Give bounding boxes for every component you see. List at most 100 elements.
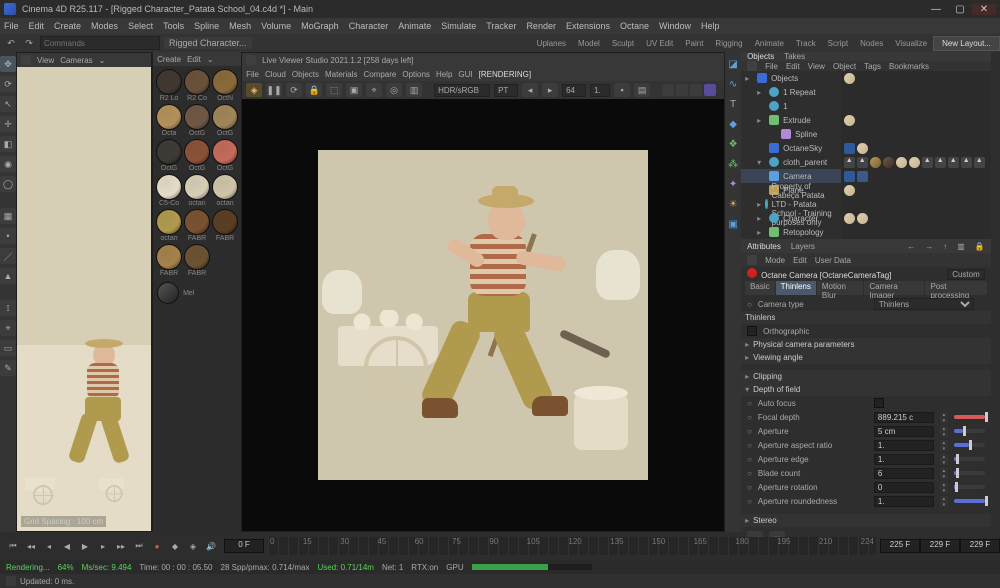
- snap-icon[interactable]: ⌖: [0, 320, 16, 336]
- material-swatch[interactable]: [156, 69, 182, 95]
- menu-edit[interactable]: Edit: [29, 21, 45, 31]
- param-slider[interactable]: [954, 471, 985, 475]
- move-tool-icon[interactable]: ✥: [0, 56, 16, 72]
- lv-channel-icon[interactable]: ▥: [406, 83, 422, 97]
- frame-fwd-icon[interactable]: ▸: [96, 539, 110, 553]
- attr-tab-layers[interactable]: Layers: [791, 242, 815, 251]
- ws-tab-8[interactable]: Script: [822, 37, 854, 50]
- redo-icon[interactable]: ↷: [22, 36, 36, 50]
- object-row[interactable]: Spline: [741, 127, 841, 141]
- autokey-icon[interactable]: ◈: [186, 539, 200, 553]
- play-fwd-icon[interactable]: ▶: [78, 539, 92, 553]
- param-slider[interactable]: [954, 485, 985, 489]
- text-tool-icon[interactable]: T: [725, 96, 741, 112]
- menu-character[interactable]: Character: [349, 21, 389, 31]
- undo-icon[interactable]: ↶: [4, 36, 18, 50]
- object-row[interactable]: ▾cloth_parent: [741, 155, 841, 169]
- param-spinner[interactable]: ▴▾: [940, 482, 948, 493]
- param-value[interactable]: 1.: [874, 440, 934, 451]
- lasso-icon[interactable]: ◯: [0, 176, 16, 192]
- attr-tab-thinlens[interactable]: Thinlens: [776, 281, 816, 295]
- attr-menu-mode[interactable]: Mode: [765, 256, 785, 265]
- menu-animate[interactable]: Animate: [398, 21, 431, 31]
- menu-tools[interactable]: Tools: [163, 21, 184, 31]
- material-swatch[interactable]: [184, 69, 210, 95]
- param-value[interactable]: 0: [874, 482, 934, 493]
- camera-icon[interactable]: ▣: [725, 216, 741, 232]
- lv-menu-materials[interactable]: Materials: [325, 70, 357, 79]
- attr-tab-motionblur[interactable]: Motion Blur: [817, 281, 863, 295]
- lv-menu-help[interactable]: Help: [436, 70, 452, 79]
- attr-tab-attributes[interactable]: Attributes: [747, 242, 781, 251]
- material-swatch[interactable]: [156, 244, 182, 270]
- param-value[interactable]: 1.: [874, 496, 934, 507]
- attr-tab-cameraimager[interactable]: Camera Imager: [864, 281, 924, 295]
- lv-menu-file[interactable]: File: [246, 70, 259, 79]
- viewport-menu-more[interactable]: ⌄: [99, 56, 106, 65]
- obj-menu-tags[interactable]: Tags: [864, 62, 881, 71]
- param-spinner[interactable]: ▴▾: [940, 468, 948, 479]
- orthographic-checkbox[interactable]: [747, 326, 757, 336]
- material-swatch[interactable]: [212, 174, 238, 200]
- doc-tab[interactable]: Rigged Character...: [164, 37, 252, 49]
- lv-pause-icon[interactable]: ❚❚: [266, 83, 282, 97]
- goto-start-icon[interactable]: ⏮: [6, 539, 20, 553]
- timeline-start[interactable]: 0 F: [224, 539, 264, 553]
- viewport-view[interactable]: Perspective Live Selection: [17, 67, 151, 531]
- point-mode-icon[interactable]: •: [0, 228, 16, 244]
- poly-mode-icon[interactable]: ▲: [0, 268, 16, 284]
- attr-preset-dropdown[interactable]: Custom: [947, 269, 985, 280]
- material-swatch[interactable]: [184, 139, 210, 165]
- lv-focus-icon[interactable]: ◎: [386, 83, 402, 97]
- lv-settings-icon[interactable]: ▤: [634, 83, 650, 97]
- frame-back-icon[interactable]: ◂: [42, 539, 56, 553]
- lv-clip-icon[interactable]: ⬚: [326, 83, 342, 97]
- menu-spline[interactable]: Spline: [194, 21, 219, 31]
- menu-file[interactable]: File: [4, 21, 19, 31]
- object-tags-column[interactable]: ▲▲▲▲▲▲▲: [841, 71, 991, 239]
- lv-prev-icon[interactable]: ◂: [522, 83, 538, 97]
- material-swatch[interactable]: [157, 282, 179, 304]
- ws-tab-9[interactable]: Nodes: [854, 37, 889, 50]
- param-slider[interactable]: [954, 457, 985, 461]
- viewport-menu-cameras[interactable]: Cameras: [60, 56, 92, 65]
- light-icon[interactable]: ☀: [725, 196, 741, 212]
- menu-create[interactable]: Create: [54, 21, 81, 31]
- param-slider[interactable]: [954, 429, 985, 433]
- generator-icon[interactable]: ◆: [725, 116, 741, 132]
- command-search-input[interactable]: [40, 36, 160, 50]
- param-value[interactable]: 1.: [874, 454, 934, 465]
- record-icon[interactable]: ●: [150, 539, 164, 553]
- cursor-tool-icon[interactable]: ↖: [0, 96, 16, 112]
- material-swatch[interactable]: [212, 139, 238, 165]
- tag-row[interactable]: [841, 197, 991, 211]
- play-back-icon[interactable]: ◀: [60, 539, 74, 553]
- ws-tab-3[interactable]: UV Edit: [640, 37, 679, 50]
- lv-scale-field[interactable]: 1.: [590, 84, 610, 97]
- step-fwd-icon[interactable]: ▸▸: [114, 539, 128, 553]
- tag-row[interactable]: [841, 141, 991, 155]
- history-icon[interactable]: ⟳: [0, 76, 16, 92]
- ws-tab-0[interactable]: Uplanes: [531, 37, 572, 50]
- timeline-end[interactable]: 225 F: [880, 539, 920, 553]
- section-phys[interactable]: ▸Physical camera parameters: [741, 338, 991, 351]
- material-swatch[interactable]: [212, 104, 238, 130]
- lv-config-icon[interactable]: [246, 55, 256, 65]
- object-row[interactable]: ▸Retopology: [741, 225, 841, 239]
- attr-tab-basic[interactable]: Basic: [745, 281, 775, 295]
- lv-next-icon[interactable]: ▸: [542, 83, 558, 97]
- deformer-icon[interactable]: ❖: [725, 136, 741, 152]
- param-slider[interactable]: [954, 443, 985, 447]
- workplane-icon[interactable]: ▭: [0, 340, 16, 356]
- material-swatch[interactable]: [212, 69, 238, 95]
- ws-tab-6[interactable]: Animate: [749, 37, 790, 50]
- attr-tab-post[interactable]: Post processing: [925, 281, 986, 295]
- ws-tab-1[interactable]: Model: [572, 37, 606, 50]
- lv-menu-compare[interactable]: Compare: [363, 70, 396, 79]
- attr-lock-icon[interactable]: 🔒: [975, 242, 985, 251]
- lv-samples-field[interactable]: 64: [562, 84, 586, 97]
- menu-octane[interactable]: Octane: [620, 21, 649, 31]
- tag-row[interactable]: [841, 85, 991, 99]
- object-row[interactable]: ▸1 Repeat: [741, 85, 841, 99]
- corner-icon-3[interactable]: [690, 84, 702, 96]
